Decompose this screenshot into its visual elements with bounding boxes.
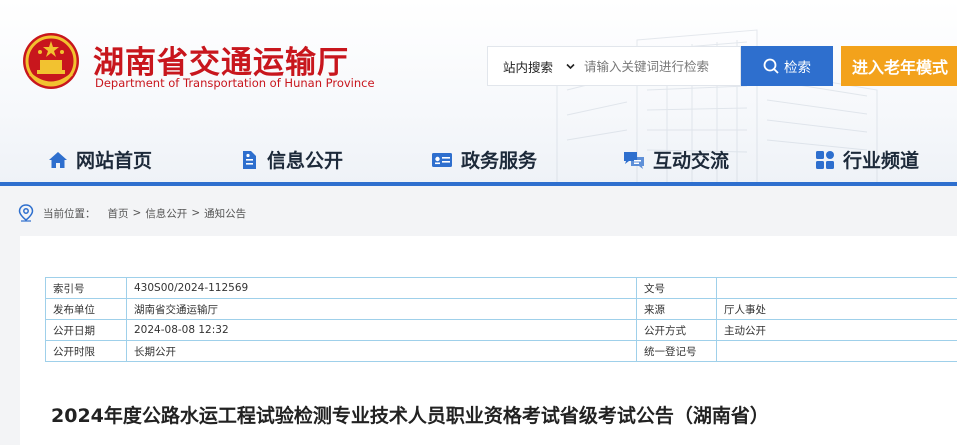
- table-row: 发布单位 湖南省交通运输厅 来源 厅人事处: [45, 298, 957, 320]
- table-row: 公开时限 长期公开 统一登记号: [45, 340, 957, 362]
- location-pin-icon: [18, 204, 34, 222]
- nav-item-label: 互动交流: [653, 150, 730, 172]
- nav-item-label: 信息公开: [267, 150, 344, 172]
- source-value: 厅人事处: [716, 298, 957, 320]
- method-label: 公开方式: [636, 319, 717, 341]
- period-value: 长期公开: [126, 340, 637, 362]
- method-value: 主动公开: [716, 319, 957, 341]
- table-row: 索引号 430S00/2024-112569 文号: [45, 277, 957, 299]
- metadata-table: 索引号 430S00/2024-112569 文号 发布单位 湖南省交通运输厅 …: [45, 277, 957, 362]
- index-no-label: 索引号: [45, 277, 127, 299]
- home-icon: [49, 151, 67, 168]
- elder-mode-button[interactable]: 进入老年模式: [841, 46, 957, 86]
- nav-item-services[interactable]: 政务服务: [431, 146, 537, 173]
- doc-no-value: [716, 277, 957, 299]
- article-title: 2024年度公路水运工程试验检测专业技术人员职业资格考试省级考试公告（湖南省）: [51, 405, 769, 427]
- site-title-english: Department of Transportation of Hunan Pr…: [95, 76, 375, 90]
- search-scope-select[interactable]: 站内搜索: [488, 47, 584, 85]
- search-button[interactable]: 检索: [741, 46, 833, 86]
- search-button-label: 检索: [784, 60, 811, 76]
- chat-icon: [624, 151, 644, 169]
- date-label: 公开日期: [45, 319, 127, 341]
- date-value: 2024-08-08 12:32: [126, 319, 637, 341]
- breadcrumb-info[interactable]: 信息公开: [145, 206, 187, 221]
- search-input[interactable]: [584, 47, 740, 85]
- search-icon: [763, 58, 779, 74]
- site-header: 湖南省交通运输厅 Department of Transportation of…: [0, 0, 957, 186]
- breadcrumb-prefix: 当前位置：: [43, 207, 96, 220]
- table-row: 公开日期 2024-08-08 12:32 公开方式 主动公开: [45, 319, 957, 341]
- main-nav: 网站首页 信息公开 政务服务 互动交流 行业频道: [0, 140, 957, 182]
- nav-item-label: 政务服务: [461, 150, 538, 172]
- nav-item-label: 行业频道: [843, 150, 920, 172]
- period-label: 公开时限: [45, 340, 127, 362]
- chevron-down-icon: [566, 63, 575, 70]
- source-label: 来源: [636, 298, 717, 320]
- publisher-label: 发布单位: [45, 298, 127, 320]
- id-card-icon: [432, 152, 452, 167]
- article-panel: 索引号 430S00/2024-112569 文号 发布单位 湖南省交通运输厅 …: [20, 236, 957, 445]
- nav-item-industry[interactable]: 行业频道: [815, 146, 919, 173]
- index-no-value: 430S00/2024-112569: [126, 277, 637, 299]
- doc-no-label: 文号: [636, 277, 717, 299]
- nav-item-info[interactable]: 信息公开: [239, 146, 343, 173]
- breadcrumb-separator: >: [191, 207, 201, 219]
- nav-item-home[interactable]: 网站首页: [48, 146, 152, 173]
- breadcrumb-notices[interactable]: 通知公告: [204, 206, 246, 221]
- breadcrumb-home[interactable]: 首页: [108, 206, 129, 221]
- nav-underline: [0, 182, 957, 186]
- document-icon: [243, 150, 256, 169]
- reg-no-label: 统一登记号: [636, 340, 717, 362]
- breadcrumb-separator: >: [132, 207, 142, 219]
- breadcrumb: 当前位置： 首页 > 信息公开 > 通知公告: [18, 204, 250, 222]
- search-scope-label: 站内搜索: [503, 59, 554, 75]
- national-emblem-icon: [23, 33, 79, 89]
- publisher-value: 湖南省交通运输厅: [126, 298, 637, 320]
- nav-item-interaction[interactable]: 互动交流: [623, 146, 729, 173]
- reg-no-value: [716, 340, 957, 362]
- nav-item-label: 网站首页: [76, 150, 153, 172]
- search-box: 站内搜索: [487, 46, 741, 86]
- grid-icon: [816, 150, 834, 169]
